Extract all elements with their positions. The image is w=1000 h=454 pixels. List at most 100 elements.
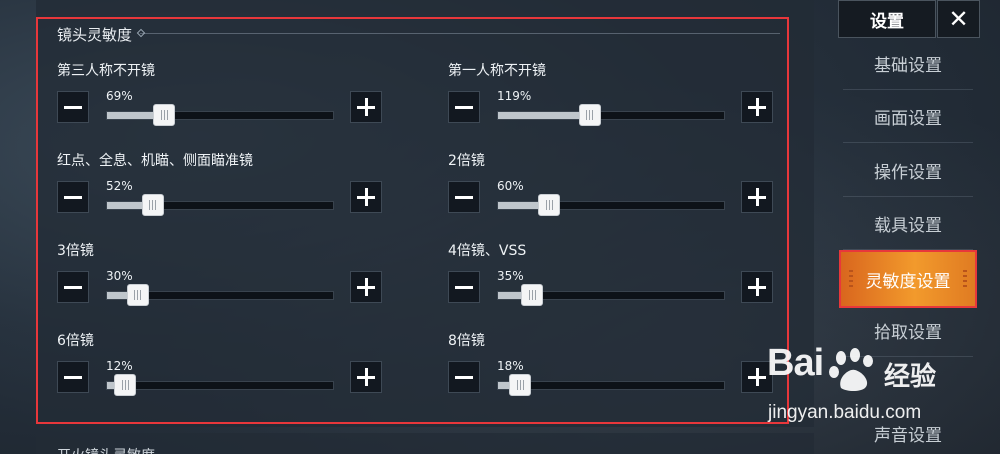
slider-track[interactable] [497,201,725,210]
minus-icon [455,285,473,289]
slider-label: 第一人称不开镜 [448,63,546,79]
slider-value: 60% [497,179,524,193]
slider-group: 2倍镜 60% [448,150,778,220]
thumb-grip-line [160,110,162,120]
decrease-button[interactable] [448,271,480,303]
increase-button[interactable] [741,271,773,303]
decrease-button[interactable] [448,361,480,393]
slider-label: 2倍镜 [448,153,485,169]
next-section-title: 开火镜头灵敏度 [57,445,155,454]
thumb-grip-line [589,110,591,120]
thumb-grip-line [137,290,139,300]
thumb-grip-line [522,380,524,390]
sidebar-item-controls[interactable]: 操作设置 [843,145,973,197]
decrease-button[interactable] [57,361,89,393]
increase-button[interactable] [741,181,773,213]
thumb-grip-line [155,200,157,210]
baidu-watermark-logo: Bai [767,342,824,384]
slider-thumb[interactable] [578,104,601,126]
slider-thumb[interactable] [538,194,561,216]
sidebar-item-sensitivity[interactable]: 灵敏度设置 [839,250,977,308]
baidu-paw-icon [829,348,873,391]
slider-thumb[interactable] [153,104,176,126]
minus-icon [455,195,473,199]
slider-label: 3倍镜 [57,243,94,259]
thumb-grip-line [152,200,154,210]
increase-button[interactable] [350,361,382,393]
slider-thumb[interactable] [141,194,164,216]
increase-button[interactable] [350,271,382,303]
plus-icon-vertical [755,98,759,116]
slider-value: 52% [106,179,133,193]
decrease-button[interactable] [57,271,89,303]
slider-value: 69% [106,89,133,103]
thumb-grip-line [528,290,530,300]
slider-value: 18% [497,359,524,373]
baidu-watermark-text: 经验 [884,362,937,392]
minus-icon [455,105,473,109]
slider-label: 8倍镜 [448,333,485,349]
minus-icon [64,375,82,379]
minus-icon [455,375,473,379]
thumb-grip-line [140,290,142,300]
thumb-grip-line [586,110,588,120]
decrease-button[interactable] [448,181,480,213]
slider-group: 8倍镜 18% [448,330,778,400]
slider-thumb[interactable] [521,284,544,306]
thumb-grip-line [163,110,165,120]
slider-label: 红点、全息、机瞄、侧面瞄准镜 [57,153,253,169]
decrease-button[interactable] [57,91,89,123]
increase-button[interactable] [350,91,382,123]
thumb-grip-line [545,200,547,210]
slider-group: 4倍镜、VSS 35% [448,240,778,310]
thumb-grip-line [519,380,521,390]
slider-value: 35% [497,269,524,283]
thumb-grip-line [134,290,136,300]
plus-icon-vertical [755,278,759,296]
plus-icon-vertical [364,98,368,116]
decrease-button[interactable] [448,91,480,123]
baidu-watermark-url: jingyan.baidu.com [768,402,922,423]
thumb-grip-line [516,380,518,390]
sidebar-item-basic[interactable]: 基础设置 [843,38,973,90]
grip-left-icon [849,270,853,290]
slider-value: 30% [106,269,133,283]
close-icon: ✕ [948,5,969,33]
slider-track[interactable] [106,111,334,120]
grip-right-icon [963,270,967,290]
thumb-grip-line [548,200,550,210]
thumb-grip-line [127,380,129,390]
increase-button[interactable] [350,181,382,213]
plus-icon-vertical [364,278,368,296]
decrease-button[interactable] [57,181,89,213]
slider-track[interactable] [106,201,334,210]
slider-thumb[interactable] [114,374,137,396]
thumb-grip-line [166,110,168,120]
plus-icon-vertical [364,188,368,206]
slider-thumb[interactable] [126,284,149,306]
sidebar-item-label: 灵敏度设置 [865,271,951,292]
increase-button[interactable] [741,91,773,123]
thumb-grip-line [534,290,536,300]
slider-group: 第三人称不开镜 69% [57,60,387,130]
slider-label: 6倍镜 [57,333,94,349]
thumb-grip-line [121,380,123,390]
slider-group: 第一人称不开镜 119% [448,60,778,130]
thumb-grip-line [592,110,594,120]
settings-title: 设置 [838,0,936,38]
section-title: 镜头灵敏度 [57,26,133,44]
minus-icon [64,105,82,109]
thumb-grip-line [551,200,553,210]
slider-value: 119% [497,89,532,103]
close-button[interactable]: ✕ [937,0,980,38]
slider-track[interactable] [106,381,334,390]
slider-label: 第三人称不开镜 [57,63,155,79]
slider-track[interactable] [497,381,725,390]
section-divider [140,33,780,34]
sidebar-item-vehicle[interactable]: 载具设置 [843,198,973,250]
sidebar-item-graphics[interactable]: 画面设置 [843,91,973,143]
slider-track[interactable] [497,111,725,120]
minus-icon [64,285,82,289]
slider-label: 4倍镜、VSS [448,243,527,259]
slider-thumb[interactable] [509,374,532,396]
